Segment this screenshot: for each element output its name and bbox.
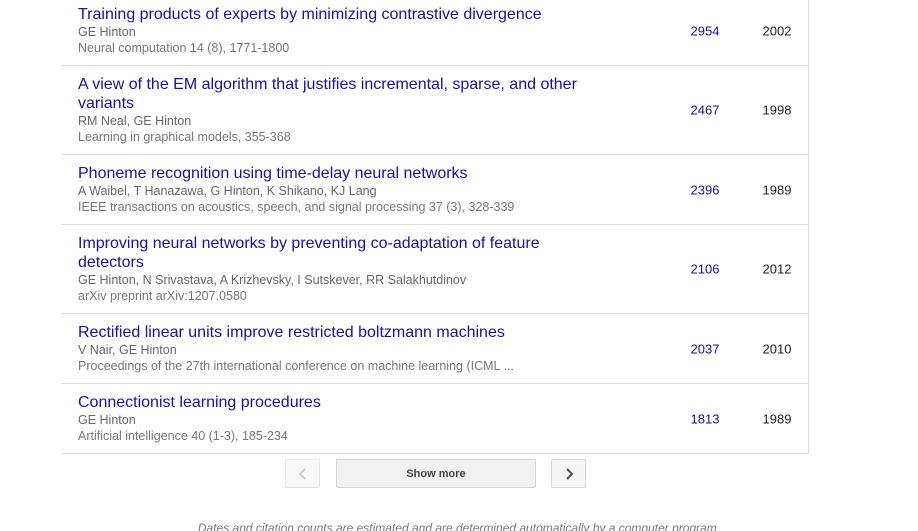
previous-page-button[interactable] [285,459,320,488]
article-authors: GE Hinton [78,25,136,39]
article-authors: GE Hinton, N Srivastava, A Krizhevsky, I… [78,273,467,287]
article-title-link[interactable]: Rectified linear units improve restricte… [78,323,598,342]
article-title-link[interactable]: Training products of experts by minimizi… [78,5,598,24]
cited-by-link[interactable]: 2106 [674,262,736,277]
article-title-link[interactable]: Connectionist learning procedures [78,393,598,412]
table-row: Connectionist learning procedures GE Hin… [62,384,808,454]
article-title-link[interactable]: A view of the EM algorithm that justifie… [78,75,598,113]
article-title-link[interactable]: Phoneme recognition using time-delay neu… [78,164,598,183]
year-value: 2012 [762,261,792,277]
article-venue: Artificial intelligence 40 (1-3), 185-23… [78,429,288,443]
article-info: Connectionist learning procedures GE Hin… [78,393,598,444]
cited-by-link[interactable]: 2467 [674,103,736,118]
year-value: 2010 [762,341,792,356]
article-title-link[interactable]: Improving neural networks by preventing … [78,234,598,272]
cited-by-link[interactable]: 2954 [674,23,736,38]
year-value: 2002 [762,23,792,38]
pagination: Show more [0,459,918,489]
publications-page: Training products of experts by minimizi… [0,0,918,531]
next-page-button[interactable] [551,459,586,488]
article-authors: GE Hinton [78,413,136,427]
cited-by-link[interactable]: 1813 [674,411,736,426]
table-row: Improving neural networks by preventing … [62,225,808,314]
publications-table: Training products of experts by minimizi… [62,0,809,454]
table-row: Rectified linear units improve restricte… [62,314,808,384]
article-venue: Neural computation 14 (8), 1771-1800 [78,41,290,55]
cited-by-link[interactable]: 2396 [674,182,736,197]
disclaimer-footnote: Dates and citation counts are estimated … [197,521,721,531]
article-venue: arXiv preprint arXiv:1207.0580 [78,289,247,303]
year-value: 1989 [762,182,792,197]
article-info: Phoneme recognition using time-delay neu… [78,164,598,215]
article-info: Training products of experts by minimizi… [78,5,598,56]
show-more-button[interactable]: Show more [336,459,536,488]
article-info: Improving neural networks by preventing … [78,234,598,304]
year-value: 1998 [762,102,792,118]
chevron-right-icon [565,467,573,480]
article-venue: Proceedings of the 27th international co… [78,359,514,373]
article-info: A view of the EM algorithm that justifie… [78,75,598,145]
chevron-left-icon [298,467,306,480]
article-authors: RM Neal, GE Hinton [78,114,192,128]
cited-by-link[interactable]: 2037 [674,341,736,356]
article-venue: IEEE transactions on acoustics, speech, … [78,200,515,214]
article-venue: Learning in graphical models, 355-368 [78,130,291,144]
year-value: 1989 [762,411,792,426]
table-row: Phoneme recognition using time-delay neu… [62,155,808,225]
article-authors: A Waibel, T Hanazawa, G Hinton, K Shikan… [78,184,377,198]
article-info: Rectified linear units improve restricte… [78,323,598,374]
table-row: Training products of experts by minimizi… [62,0,808,66]
article-authors: V Nair, GE Hinton [78,343,177,357]
table-row: A view of the EM algorithm that justifie… [62,66,808,155]
